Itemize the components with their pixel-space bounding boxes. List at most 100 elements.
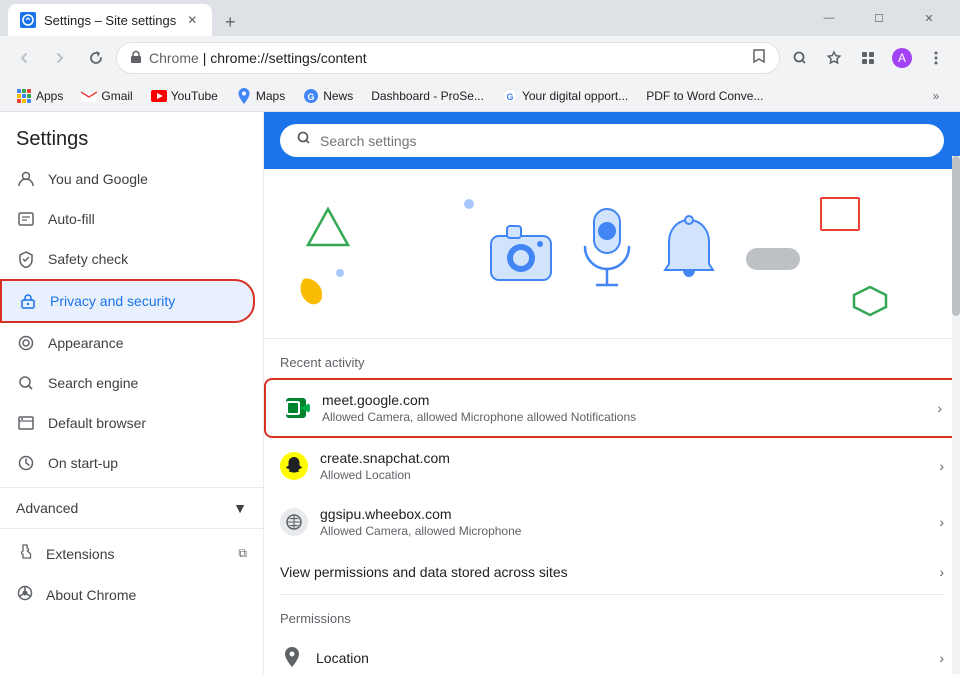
settings-sidebar: Settings You and Google Auto-fill Safety…	[0, 112, 264, 674]
scrollbar-thumb[interactable]	[952, 156, 960, 316]
snapchat-site-name: create.snapchat.com	[320, 450, 927, 466]
bookmark-gmail[interactable]: Gmail	[73, 84, 140, 108]
sidebar-item-search-engine[interactable]: Search engine	[0, 363, 255, 403]
bookmark-maps-label: Maps	[256, 89, 285, 103]
search-engine-icon	[16, 373, 36, 393]
search-settings-bar[interactable]	[280, 124, 944, 157]
news-icon: G	[303, 88, 319, 104]
address-bar[interactable]: Chrome | chrome://settings/content	[116, 42, 780, 74]
advanced-label: Advanced	[16, 500, 78, 516]
location-permission-label: Location	[316, 650, 927, 666]
sidebar-extensions-label: Extensions	[46, 546, 114, 562]
tab-strip: Settings – Site settings ✕ +	[8, 0, 798, 36]
active-tab[interactable]: Settings – Site settings ✕	[8, 4, 212, 36]
startup-icon	[16, 453, 36, 473]
maximize-button[interactable]: ☐	[856, 2, 902, 34]
settings-content-panel: Recent activity	[264, 112, 960, 674]
sidebar-item-privacy-security[interactable]: Privacy and security	[0, 279, 255, 323]
back-button[interactable]	[8, 42, 40, 74]
main-content: Settings You and Google Auto-fill Safety…	[0, 112, 960, 674]
scrollbar-track[interactable]	[952, 156, 960, 674]
external-link-icon: ⧉	[238, 546, 247, 561]
bookmark-maps[interactable]: Maps	[228, 84, 293, 108]
search-button[interactable]	[784, 42, 816, 74]
sidebar-appearance-label: Appearance	[48, 335, 124, 351]
sidebar-item-on-startup[interactable]: On start-up	[0, 443, 255, 483]
snapchat-chevron-icon: ›	[939, 458, 944, 474]
shield-icon	[16, 249, 36, 269]
sidebar-on-startup-label: On start-up	[48, 455, 118, 471]
sidebar-item-extensions[interactable]: Extensions ⧉	[0, 533, 263, 574]
meet-site-permissions: Allowed Camera, allowed Microphone allow…	[322, 410, 925, 424]
wheebox-favicon	[280, 508, 308, 536]
sidebar-you-and-google-label: You and Google	[48, 171, 148, 187]
wheebox-chevron-icon: ›	[939, 514, 944, 530]
right-nav-buttons: A	[784, 42, 952, 74]
sidebar-search-engine-label: Search engine	[48, 375, 138, 391]
window-controls: — ☐ ✕	[806, 2, 952, 34]
pill-decoration	[746, 248, 800, 270]
maps-icon	[236, 88, 252, 104]
nav-bar: Chrome | chrome://settings/content A	[0, 36, 960, 80]
lock-icon	[18, 291, 38, 311]
dot-decoration-2	[464, 199, 474, 209]
permission-row-location[interactable]: Location ›	[264, 634, 960, 674]
bookmark-news-label: News	[323, 89, 353, 103]
meet-chevron-icon: ›	[937, 400, 942, 416]
sidebar-item-auto-fill[interactable]: Auto-fill	[0, 199, 255, 239]
site-row-snapchat[interactable]: create.snapchat.com Allowed Location ›	[264, 438, 960, 494]
sidebar-advanced-section[interactable]: Advanced ▼	[0, 492, 263, 524]
youtube-icon	[151, 88, 167, 104]
new-tab-button[interactable]: +	[216, 8, 244, 36]
bookmark-star-button[interactable]	[818, 42, 850, 74]
tab-close-button[interactable]: ✕	[184, 12, 200, 28]
content-scroll-area[interactable]: Recent activity	[264, 169, 960, 674]
address-text: Chrome | chrome://settings/content	[149, 50, 745, 66]
extensions-button[interactable]	[852, 42, 884, 74]
sidebar-item-appearance[interactable]: Appearance	[0, 323, 255, 363]
settings-title: Settings	[0, 112, 263, 159]
bookmark-pdf[interactable]: PDF to Word Conve...	[638, 85, 771, 107]
profile-button[interactable]: A	[886, 42, 918, 74]
svg-text:G: G	[506, 92, 513, 102]
location-permission-icon	[280, 646, 304, 670]
sidebar-item-safety-check[interactable]: Safety check	[0, 239, 255, 279]
camera-icon-hero	[485, 212, 557, 295]
sidebar-item-about-chrome[interactable]: About Chrome	[0, 574, 263, 615]
snapchat-favicon	[280, 452, 308, 480]
site-permissions-section: Recent activity	[264, 339, 960, 674]
wheebox-site-permissions: Allowed Camera, allowed Microphone	[320, 524, 927, 538]
bookmark-google[interactable]: G Your digital opport...	[494, 84, 636, 108]
sidebar-item-you-and-google[interactable]: You and Google	[0, 159, 255, 199]
minimize-button[interactable]: —	[806, 2, 852, 34]
sidebar-divider-2	[0, 528, 263, 529]
close-button[interactable]: ✕	[906, 2, 952, 34]
view-permissions-row[interactable]: View permissions and data stored across …	[264, 550, 960, 594]
menu-button[interactable]	[920, 42, 952, 74]
search-settings-icon	[296, 130, 312, 151]
bookmark-youtube[interactable]: YouTube	[143, 84, 226, 108]
title-bar: Settings – Site settings ✕ + — ☐ ✕	[0, 0, 960, 36]
forward-button[interactable]	[44, 42, 76, 74]
bookmark-apps[interactable]: Apps	[8, 84, 71, 108]
sidebar-item-default-browser[interactable]: Default browser	[0, 403, 255, 443]
search-bar-area	[264, 112, 960, 169]
bookmark-news[interactable]: G News	[295, 84, 361, 108]
more-bookmarks-button[interactable]: »	[920, 80, 952, 112]
bookmark-dashboard[interactable]: Dashboard - ProSe...	[363, 85, 492, 107]
advanced-chevron-icon: ▼	[233, 500, 247, 516]
dot-decoration-1	[336, 269, 344, 277]
site-row-meet[interactable]: meet.google.com Allowed Camera, allowed …	[264, 378, 960, 438]
recent-activity-label: Recent activity	[280, 339, 944, 378]
reload-button[interactable]	[80, 42, 112, 74]
snapchat-site-info: create.snapchat.com Allowed Location	[320, 450, 927, 482]
search-settings-input[interactable]	[320, 133, 928, 149]
yellow-shape	[300, 277, 322, 310]
bookmark-button[interactable]	[751, 48, 767, 69]
tab-title: Settings – Site settings	[44, 13, 176, 28]
meet-favicon	[282, 394, 310, 422]
security-icon	[129, 50, 143, 67]
site-row-wheebox[interactable]: ggsipu.wheebox.com Allowed Camera, allow…	[264, 494, 960, 550]
wheebox-site-info: ggsipu.wheebox.com Allowed Camera, allow…	[320, 506, 927, 538]
sidebar-divider	[0, 487, 263, 488]
